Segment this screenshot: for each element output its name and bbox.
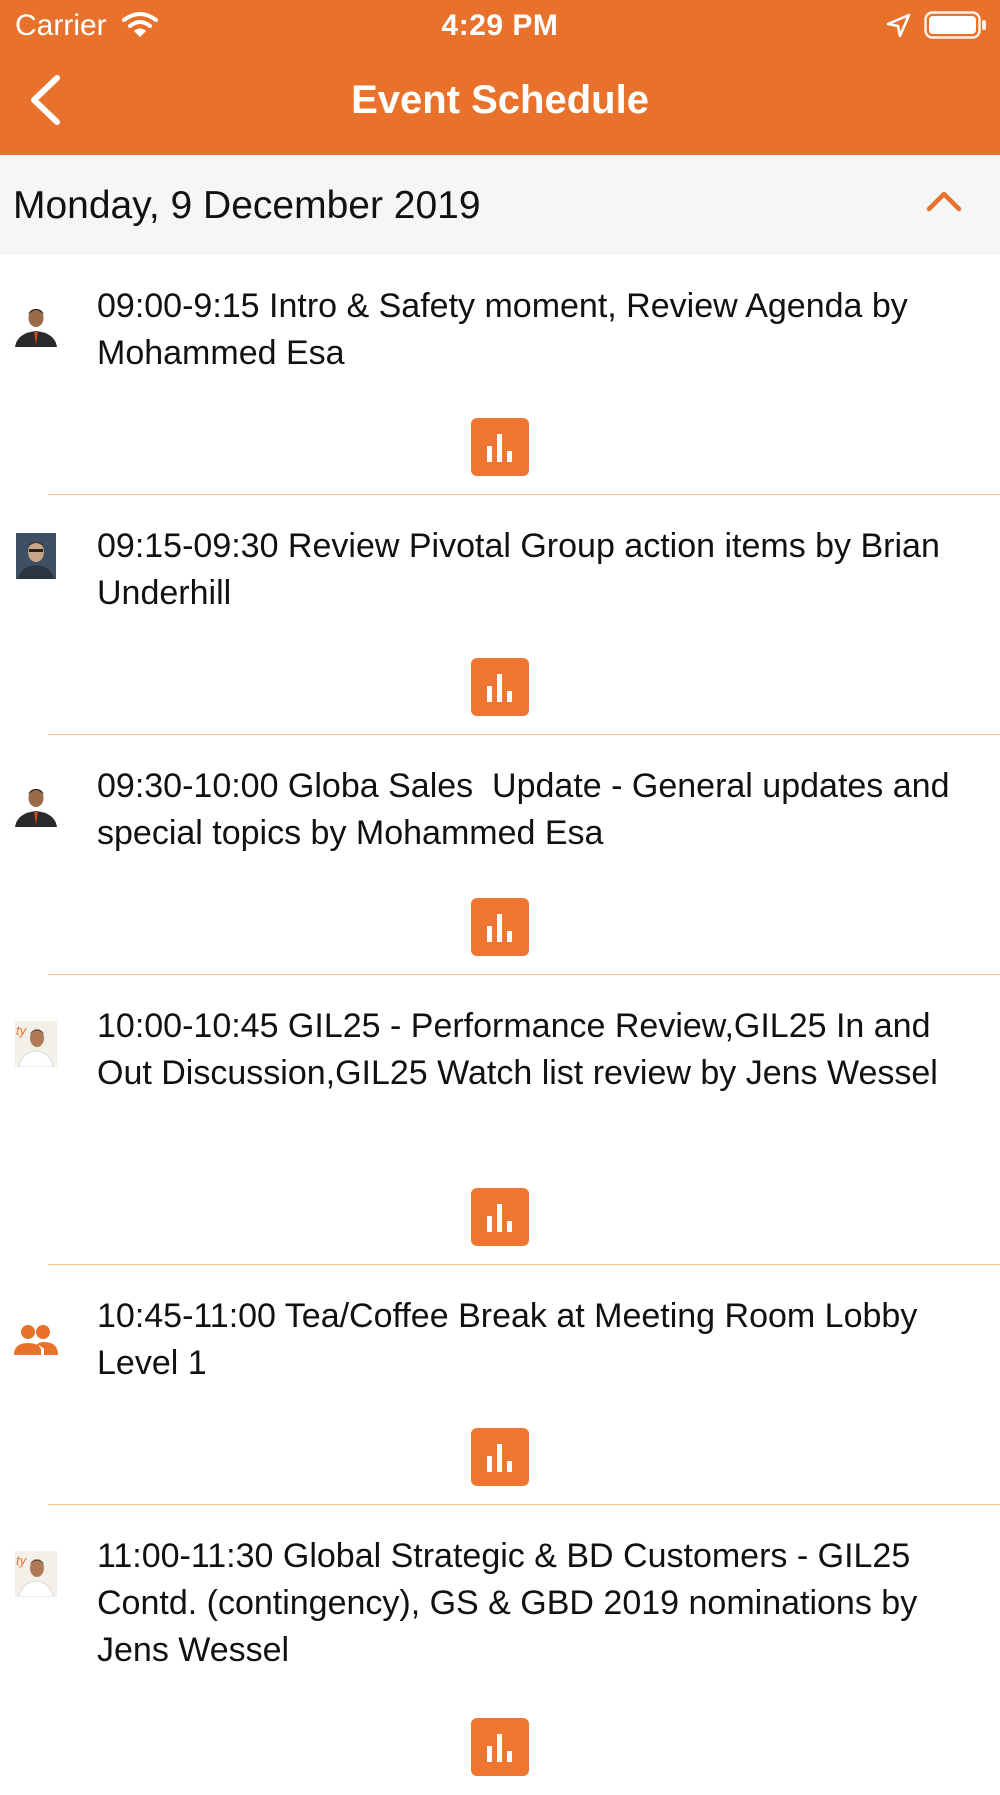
session-title: 09:15-09:30 Review Pivotal Group action … (97, 527, 950, 612)
battery-icon (924, 11, 986, 39)
session-item[interactable]: ty 11:00-11:30 Global Strategic & BD Cus… (0, 1505, 1000, 1795)
svg-text:ty: ty (16, 1023, 28, 1038)
session-item[interactable]: 09:30-10:00 Globa Sales Update - General… (0, 735, 1000, 975)
poll-icon[interactable] (471, 1188, 529, 1246)
session-title: 09:00-9:15 Intro & Safety moment, Review… (97, 287, 918, 372)
session-item[interactable]: 09:00-9:15 Intro & Safety moment, Review… (0, 255, 1000, 495)
poll-icon[interactable] (471, 898, 529, 956)
session-item[interactable]: 10:45-11:00 Tea/Coffee Break at Meeting … (0, 1265, 1000, 1505)
speaker-avatar (16, 533, 56, 579)
group-icon (14, 1325, 58, 1355)
speaker-avatar (13, 301, 59, 347)
chevron-up-icon[interactable] (924, 188, 964, 214)
session-title: 10:45-11:00 Tea/Coffee Break at Meeting … (97, 1297, 927, 1382)
poll-icon[interactable] (471, 658, 529, 716)
speaker-avatar: ty (15, 1021, 57, 1067)
date-section-header[interactable]: Monday, 9 December 2019 (0, 155, 1000, 255)
session-item[interactable]: 09:15-09:30 Review Pivotal Group action … (0, 495, 1000, 735)
poll-icon[interactable] (471, 1428, 529, 1486)
session-title: 09:30-10:00 Globa Sales Update - General… (97, 767, 959, 852)
session-list: 09:00-9:15 Intro & Safety moment, Review… (0, 255, 1000, 1795)
top-bar: Carrier 4:29 PM Event Schedule (0, 0, 1000, 155)
date-label: Monday, 9 December 2019 (13, 184, 481, 227)
status-time: 4:29 PM (441, 9, 559, 42)
poll-icon[interactable] (471, 418, 529, 476)
svg-text:ty: ty (16, 1553, 28, 1568)
speaker-avatar (13, 781, 59, 827)
location-arrow-icon (886, 13, 911, 38)
session-title: 11:00-11:30 Global Strategic & BD Custom… (97, 1537, 927, 1669)
session-title: 10:00-10:45 GIL25 - Performance Review,G… (97, 1007, 940, 1092)
page-title: Event Schedule (351, 78, 649, 122)
poll-icon[interactable] (471, 1718, 529, 1776)
speaker-avatar: ty (15, 1551, 57, 1597)
session-item[interactable]: ty 10:00-10:45 GIL25 - Performance Revie… (0, 975, 1000, 1265)
